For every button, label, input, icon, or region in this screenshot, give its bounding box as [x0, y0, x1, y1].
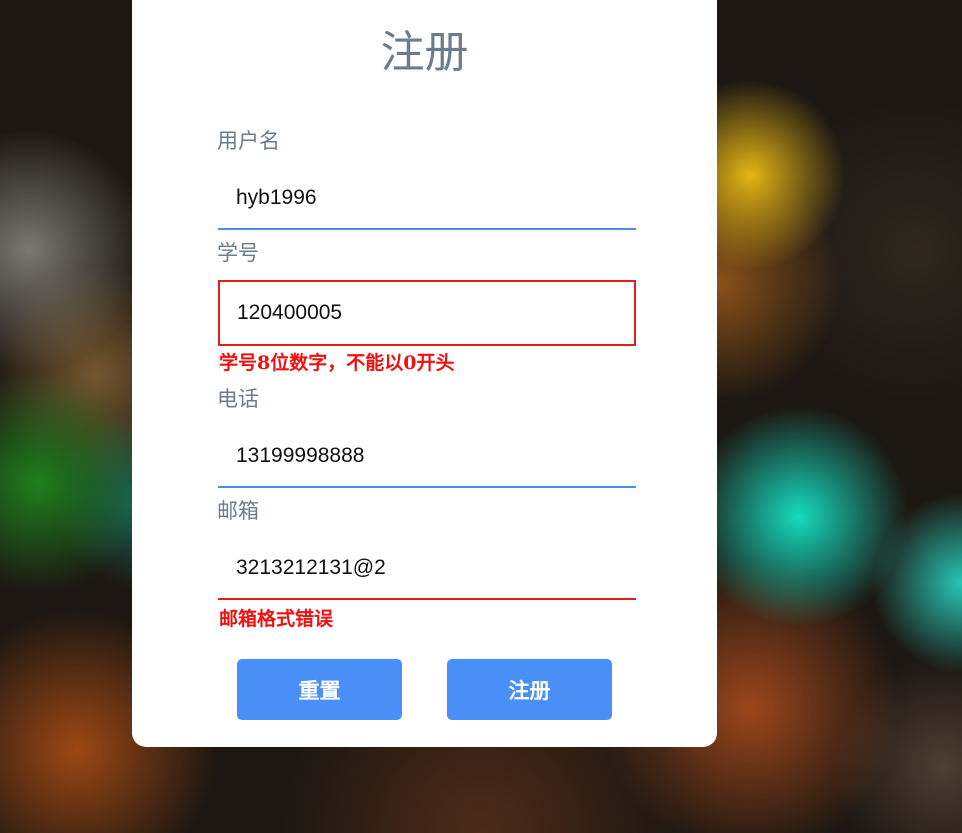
phone-input[interactable] — [218, 426, 636, 488]
student-id-error: 学号8位数字，不能以0开头 — [219, 352, 455, 374]
student-id-label: 学号 — [217, 241, 259, 265]
email-input[interactable] — [218, 538, 636, 600]
phone-label: 电话 — [217, 387, 259, 411]
username-input[interactable] — [218, 168, 636, 230]
email-label: 邮箱 — [217, 499, 259, 523]
page-title: 注册 — [380, 27, 469, 78]
reset-button[interactable]: 重置 — [237, 659, 402, 720]
email-error: 邮箱格式错误 — [219, 608, 334, 630]
register-card: 注册 用户名 学号 学号8位数字，不能以0开头 电话 邮箱 邮箱格式错误 重置 … — [132, 0, 717, 747]
username-label: 用户名 — [217, 129, 280, 153]
register-button[interactable]: 注册 — [447, 659, 612, 720]
student-id-input[interactable] — [218, 280, 636, 346]
